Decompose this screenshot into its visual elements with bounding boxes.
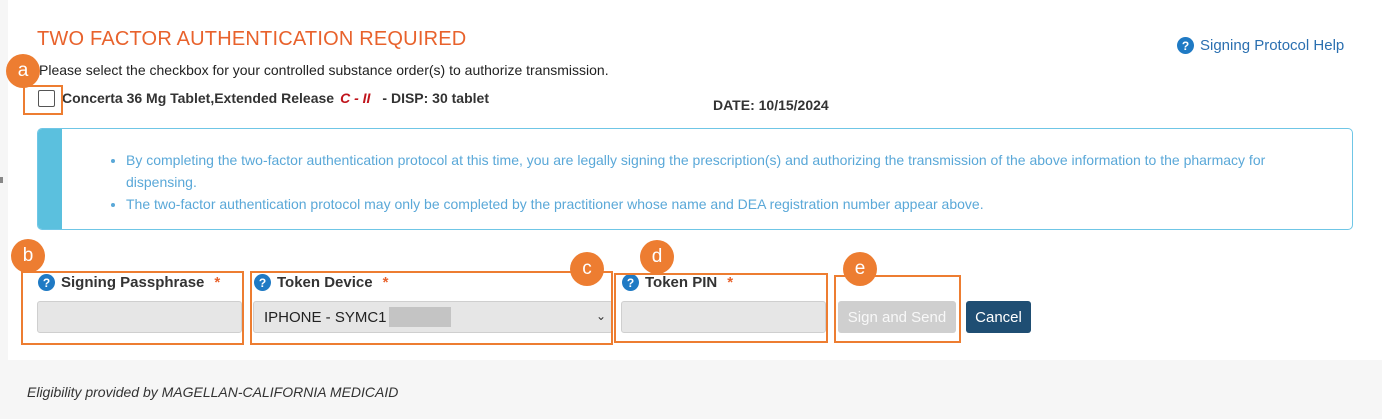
instructions-text: Please select the checkbox for your cont… — [39, 62, 609, 78]
annotation-box-e — [834, 275, 961, 343]
medication-name: Concerta 36 Mg Tablet,Extended Release — [62, 90, 335, 106]
legal-notice-box: By completing the two-factor authenticat… — [37, 128, 1353, 230]
annotation-badge-d: d — [640, 240, 674, 274]
order-date: DATE: 10/15/2024 — [713, 97, 829, 113]
notice-list: By completing the two-factor authenticat… — [126, 149, 1326, 215]
notice-accent-bar — [38, 129, 62, 229]
annotation-box-b — [21, 271, 244, 345]
annotation-box-c — [250, 271, 613, 345]
side-tick — [0, 177, 3, 183]
annotation-badge-a: a — [6, 54, 40, 88]
medication-line: Concerta 36 Mg Tablet,Extended Release C … — [62, 90, 489, 106]
annotation-badge-c: c — [570, 252, 604, 286]
eligibility-footer: Eligibility provided by MAGELLAN-CALIFOR… — [27, 384, 399, 400]
annotation-badge-b: b — [11, 239, 45, 273]
annotation-badge-e: e — [843, 252, 877, 286]
dispense-quantity: - DISP: 30 tablet — [382, 90, 489, 106]
annotation-box-d — [614, 273, 828, 343]
notice-item: The two-factor authentication protocol m… — [126, 193, 1326, 215]
help-icon: ? — [1177, 37, 1194, 54]
schedule-badge: C - II — [340, 90, 371, 106]
page-title: TWO FACTOR AUTHENTICATION REQUIRED — [37, 28, 467, 50]
cancel-button[interactable]: Cancel — [966, 301, 1031, 333]
signing-protocol-help-link[interactable]: ? Signing Protocol Help — [1177, 37, 1344, 54]
notice-item: By completing the two-factor authenticat… — [126, 149, 1326, 193]
help-link-label: Signing Protocol Help — [1200, 37, 1345, 54]
annotation-box-a — [23, 85, 63, 115]
